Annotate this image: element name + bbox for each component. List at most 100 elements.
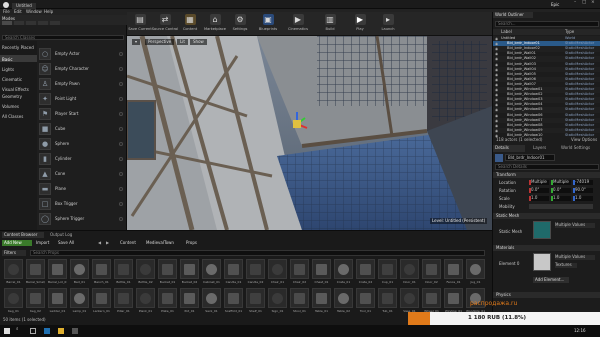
outliner-search-input[interactable]: Search... (495, 21, 599, 27)
import-button[interactable]: Import (36, 241, 49, 245)
tab-content-browser[interactable]: Content Browser (2, 232, 44, 238)
cinematics-button[interactable]: ▶ Cinematics (287, 14, 309, 35)
save-current-button[interactable]: ▤ Save Current (128, 14, 152, 35)
asset-tile[interactable]: Bucket_01 (158, 259, 177, 286)
asset-tile[interactable]: Candle_01 (224, 259, 243, 286)
asset-tile[interactable]: Chest_01 (312, 259, 331, 286)
asset-tile[interactable]: Pot_01 (180, 288, 199, 315)
asset-tile[interactable]: Sign_01 (268, 288, 287, 315)
asset-tile[interactable]: Bed_01 (70, 259, 89, 286)
show-dropdown[interactable]: Show (190, 39, 207, 45)
asset-tile[interactable]: Vase_01 (400, 288, 419, 315)
mesh-thumbnail[interactable] (533, 221, 551, 239)
category-all-classes[interactable]: All Classes (2, 114, 23, 119)
asset-tile[interactable]: Crate_02 (356, 259, 375, 286)
material-thumbnail[interactable] (533, 253, 551, 271)
task-view-icon[interactable] (30, 328, 36, 334)
asset-tile[interactable]: Stool_01 (290, 288, 309, 315)
place-item[interactable]: ▮ Cylinder (37, 151, 126, 166)
asset-tile[interactable]: Door_01 (400, 259, 419, 286)
nav-back-icon[interactable]: ◀ (98, 241, 101, 245)
lit-dropdown[interactable]: Lit (177, 39, 188, 45)
asset-tile[interactable]: Table_01 (312, 288, 331, 315)
source-control-button[interactable]: ⇄ Source Control (152, 14, 178, 35)
category-recently-placed[interactable]: Recently Placed (2, 45, 34, 50)
blueprints-button[interactable]: ▣ Blueprints (257, 14, 279, 35)
tab-details[interactable]: Details (493, 145, 525, 152)
asset-tile[interactable]: Cup_01 (378, 259, 397, 286)
asset-tile[interactable]: Door_02 (422, 259, 441, 286)
location-y-field[interactable]: Multiple (551, 180, 571, 185)
asset-tile[interactable]: Tub_01 (378, 288, 397, 315)
physics-section-header[interactable]: Physics (493, 292, 600, 298)
asset-tile[interactable]: Tool_01 (356, 288, 375, 315)
asset-tile[interactable]: Wheel_01 (422, 288, 441, 315)
path-content[interactable]: Content (120, 241, 136, 245)
asset-tile[interactable]: Barrel_Small_01 (26, 259, 45, 286)
place-item[interactable]: ▬ Plane (37, 181, 126, 196)
outliner-view-options[interactable]: View Options (571, 138, 597, 142)
location-x-field[interactable]: Multiple (529, 180, 549, 185)
category-basic[interactable]: Basic (2, 57, 13, 62)
file-explorer-icon[interactable] (58, 328, 64, 334)
ue-taskbar-icon[interactable] (72, 328, 78, 334)
play-button[interactable]: ▶ Play (349, 14, 371, 35)
viewport-options-icon[interactable]: ▾ (132, 39, 141, 45)
category-lights[interactable]: Lights (2, 67, 14, 72)
rotation-x-field[interactable]: 0.0° (529, 188, 549, 193)
asset-tile[interactable]: Lantern_01 (92, 288, 111, 315)
scale-x-field[interactable]: 1.0 (529, 196, 549, 201)
static-mesh-dropdown[interactable]: Multiple Values (555, 223, 595, 228)
menu-help[interactable]: Help (44, 10, 53, 14)
place-item[interactable]: ✦ Point Light (37, 91, 126, 106)
place-item[interactable]: ○ Empty Actor (37, 46, 126, 61)
place-item[interactable]: ▲ Cone (37, 166, 126, 181)
asset-tile[interactable]: Crate_01 (334, 259, 353, 286)
build-button[interactable]: ▥ Build (319, 14, 341, 35)
material-dropdown[interactable]: Multiple Values (555, 255, 595, 260)
add-element-button[interactable]: Add Element... (533, 277, 569, 283)
windows-start-icon[interactable] (4, 328, 10, 334)
asset-tile[interactable]: Jug_01 (466, 259, 485, 286)
asset-tile[interactable]: Sack_01 (202, 288, 221, 315)
asset-tile[interactable]: Barrel_01 (4, 259, 23, 286)
asset-tile[interactable]: Candle_02 (246, 259, 265, 286)
category-visual-effects[interactable]: Visual Effects (2, 87, 29, 92)
place-item[interactable]: ■ Cube (37, 121, 126, 136)
asset-tile[interactable]: Pillar_01 (114, 288, 133, 315)
path-props[interactable]: Props (186, 241, 197, 245)
place-item[interactable]: ◯ Sphere Trigger (37, 211, 126, 226)
place-item[interactable]: ⚑ Player Start (37, 106, 126, 121)
asset-tile[interactable]: Ladder_01 (48, 288, 67, 315)
transform-section-header[interactable]: Transform (493, 172, 600, 178)
asset-tile[interactable]: Bench_01 (92, 259, 111, 286)
location-z-field[interactable]: -74019 (573, 180, 593, 185)
tab-layers[interactable]: Layers (533, 146, 546, 150)
textures-dropdown[interactable]: Textures (555, 263, 577, 268)
asset-tile[interactable]: Chair_01 (268, 259, 287, 286)
content-search-input[interactable]: Search Props (30, 250, 485, 256)
maximize-icon[interactable]: □ (582, 0, 586, 6)
menu-file[interactable]: File (3, 10, 10, 14)
asset-tile[interactable]: Plate_01 (158, 288, 177, 315)
place-item[interactable]: ♙ Empty Pawn (37, 76, 126, 91)
asset-tile[interactable]: Fence_01 (444, 259, 463, 286)
minimize-icon[interactable]: – (574, 0, 576, 6)
asset-tile[interactable]: Lamp_01 (70, 288, 89, 315)
asset-tile[interactable]: Shelf_01 (246, 288, 265, 315)
settings-button[interactable]: ⚙ Settings (229, 14, 251, 35)
perspective-dropdown[interactable]: Perspective (145, 39, 175, 45)
close-icon[interactable]: × (591, 0, 595, 6)
menu-edit[interactable]: Edit (14, 10, 22, 14)
asset-tile[interactable]: Bottle_01 (114, 259, 133, 286)
category-cinematic[interactable]: Cinematic (2, 77, 22, 82)
scale-y-field[interactable]: 1.0 (551, 196, 571, 201)
rotation-y-field[interactable]: 0.0° (551, 188, 571, 193)
place-item[interactable]: ● Sphere (37, 136, 126, 151)
search-icon[interactable]: ⌕ (16, 327, 19, 333)
mobility-toggle[interactable] (529, 204, 593, 209)
asset-tile[interactable]: Keg_01 (4, 288, 23, 315)
marketplace-button[interactable]: ⌂ Marketplace (204, 14, 226, 35)
category-volumes[interactable]: Volumes (2, 104, 19, 109)
asset-tile[interactable]: Keg_02 (26, 288, 45, 315)
